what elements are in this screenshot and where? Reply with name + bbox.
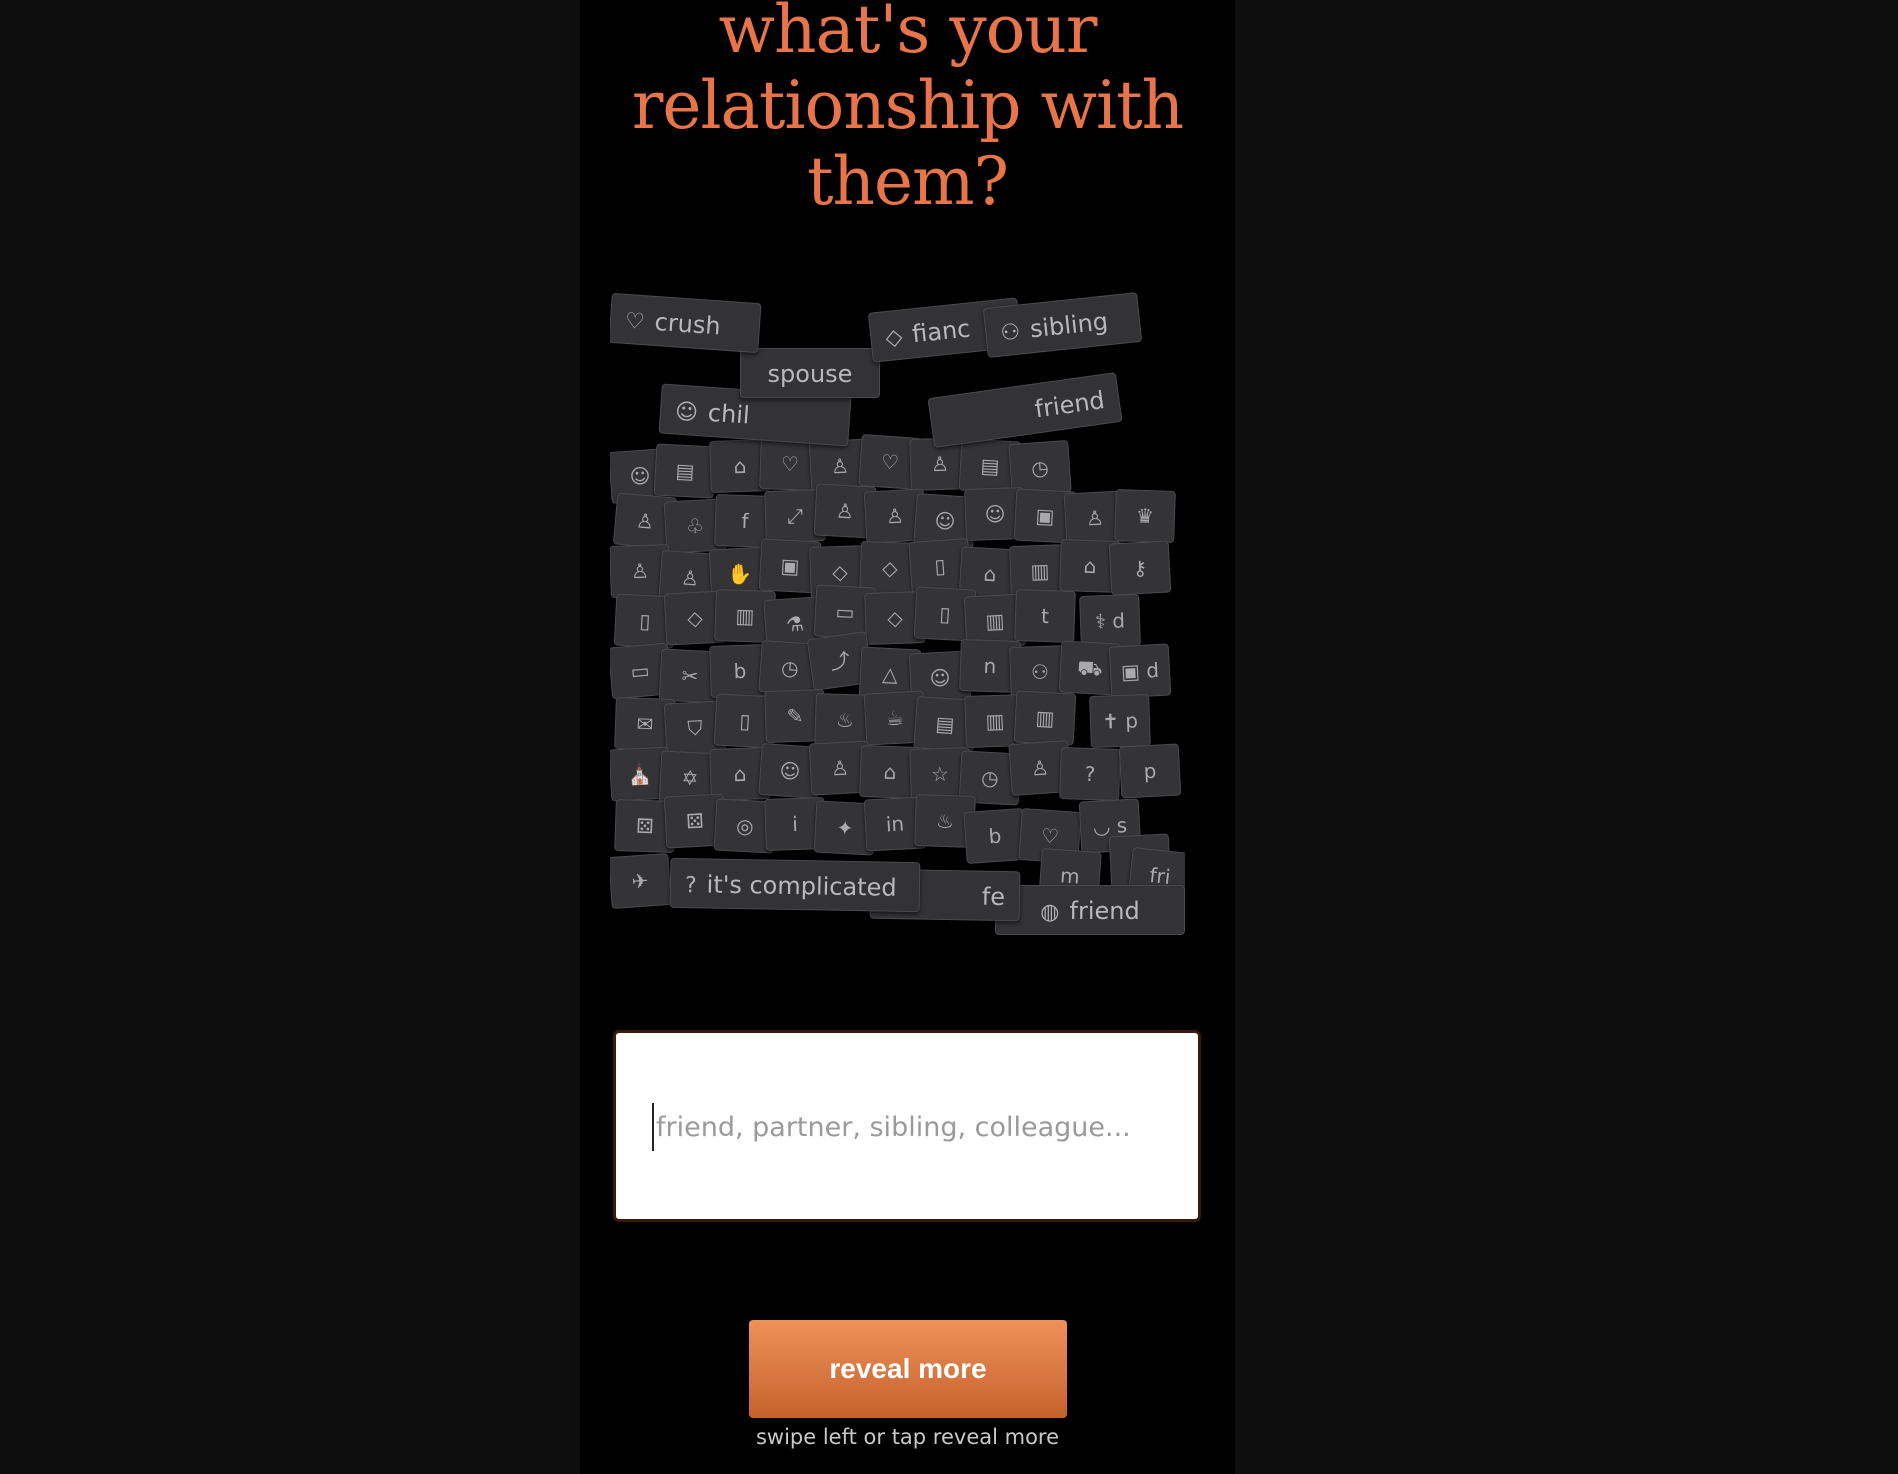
- tag-icon-card[interactable]: b: [963, 807, 1027, 865]
- heart-icon: ♡: [624, 308, 646, 336]
- globe-icon: ◍: [1040, 900, 1060, 925]
- reveal-more-button[interactable]: reveal more: [749, 1320, 1067, 1418]
- diamond-icon: ◇: [884, 324, 904, 352]
- question-icon: ?: [684, 873, 697, 899]
- swipe-hint: swipe left or tap reveal more: [755, 1425, 1060, 1449]
- tag-icon-card[interactable]: ♛: [1114, 488, 1176, 544]
- tag-icon-card[interactable]: ▤: [653, 443, 717, 499]
- tag-icon-card[interactable]: ⚕ d: [1079, 593, 1141, 649]
- tag-icon-card[interactable]: ?: [1059, 746, 1121, 802]
- users-icon: ⚇: [999, 319, 1022, 347]
- tag-crush[interactable]: ♡ crush: [610, 292, 762, 354]
- relationship-input-box[interactable]: [613, 1030, 1201, 1222]
- tag-friend-bottom[interactable]: ◍ friend: [995, 885, 1185, 935]
- page-title: what's your relationship with them?: [631, 0, 1184, 220]
- tag-icon-card[interactable]: p: [1118, 743, 1182, 799]
- tag-its-complicated[interactable]: ? it's complicated: [669, 857, 921, 913]
- tag-friend-top[interactable]: friend: [927, 372, 1123, 448]
- tag-spouse[interactable]: spouse: [740, 348, 880, 398]
- main-panel: what's your relationship with them? ☺ ▤ …: [580, 0, 1235, 1474]
- tag-icon-card[interactable]: t: [1014, 588, 1076, 644]
- relationship-tag-pile[interactable]: ☺ ▤ ⌂ ♡ ♙ ♡ ♙ ▤ ◷ ♙ ♧ f ⤢ ♙ ♙ ☺ ☺ ▣ ♙ ♛ …: [610, 290, 1185, 940]
- tag-icon-card[interactable]: ▣ d: [1108, 643, 1172, 699]
- tag-icon-card[interactable]: ⚷: [1108, 540, 1172, 596]
- tag-icon-card[interactable]: ✝ p: [1089, 693, 1151, 749]
- smile-icon: ☺: [674, 399, 699, 426]
- relationship-input[interactable]: [652, 1103, 1158, 1151]
- tag-icon-card[interactable]: ▥: [1013, 690, 1077, 746]
- tag-icon-card[interactable]: ✈: [610, 852, 672, 910]
